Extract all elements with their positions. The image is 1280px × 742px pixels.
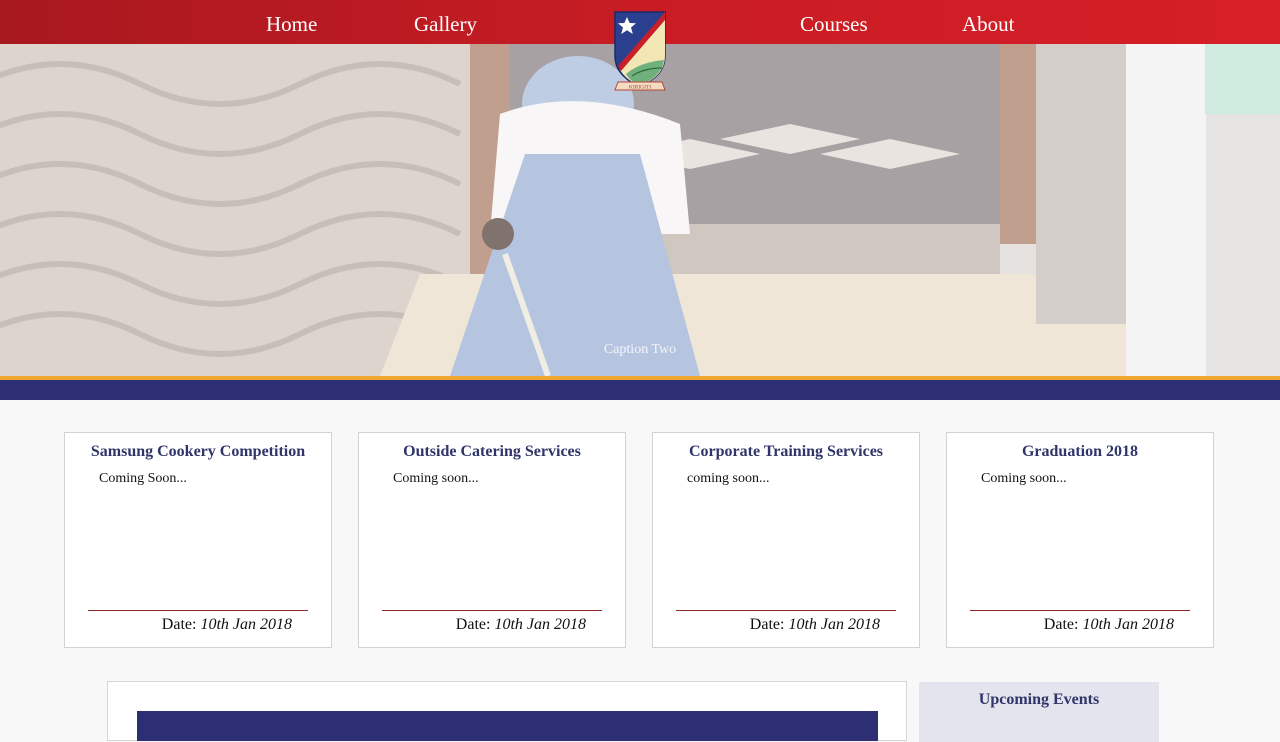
card-date-label: Date: — [749, 616, 785, 633]
card-title[interactable]: Graduation 2018 — [947, 443, 1213, 461]
card-divider — [970, 610, 1190, 611]
svg-text:KIRIGITI: KIRIGITI — [629, 85, 651, 91]
card-divider — [676, 610, 896, 611]
card-description: Coming soon... — [981, 471, 1067, 486]
card-date-label: Date: — [161, 616, 197, 633]
card-date-value: 10th Jan 2018 — [788, 616, 880, 633]
nav-gallery-link[interactable]: Gallery — [414, 10, 477, 38]
event-card[interactable]: Graduation 2018 Coming soon... Date: 10t… — [946, 432, 1214, 648]
navy-band — [0, 380, 1280, 400]
card-title[interactable]: Samsung Cookery Competition — [65, 443, 331, 461]
event-card[interactable]: Outside Catering Services Coming soon...… — [358, 432, 626, 648]
nav-home-link[interactable]: Home — [266, 10, 317, 38]
upcoming-events-panel: Upcoming Events — [919, 682, 1159, 742]
card-date-value: 10th Jan 2018 — [200, 616, 292, 633]
nav-courses-link[interactable]: Courses — [800, 10, 868, 38]
card-title[interactable]: Corporate Training Services — [653, 443, 919, 461]
card-date: Date: 10th Jan 2018 — [162, 616, 292, 634]
crest-logo[interactable]: KIRIGITI — [612, 10, 668, 94]
card-date: Date: 10th Jan 2018 — [456, 616, 586, 634]
card-description: Coming soon... — [393, 471, 479, 486]
event-card[interactable]: Samsung Cookery Competition Coming Soon.… — [64, 432, 332, 648]
nav-about-link[interactable]: About — [962, 10, 1015, 38]
card-divider — [382, 610, 602, 611]
card-divider — [88, 610, 308, 611]
main-content-panel — [107, 681, 907, 741]
card-date: Date: 10th Jan 2018 — [750, 616, 880, 634]
upcoming-events-title: Upcoming Events — [978, 691, 1100, 708]
card-date-label: Date: — [1043, 616, 1079, 633]
card-title[interactable]: Outside Catering Services — [359, 443, 625, 461]
card-date-value: 10th Jan 2018 — [494, 616, 586, 633]
card-description: coming soon... — [687, 471, 770, 486]
hero-caption: Caption Two — [603, 342, 677, 357]
card-date-label: Date: — [455, 616, 491, 633]
card-description: Coming Soon... — [99, 471, 187, 486]
event-card[interactable]: Corporate Training Services coming soon.… — [652, 432, 920, 648]
card-date: Date: 10th Jan 2018 — [1044, 616, 1174, 634]
card-date-value: 10th Jan 2018 — [1082, 616, 1174, 633]
section-header-bar — [137, 711, 878, 741]
